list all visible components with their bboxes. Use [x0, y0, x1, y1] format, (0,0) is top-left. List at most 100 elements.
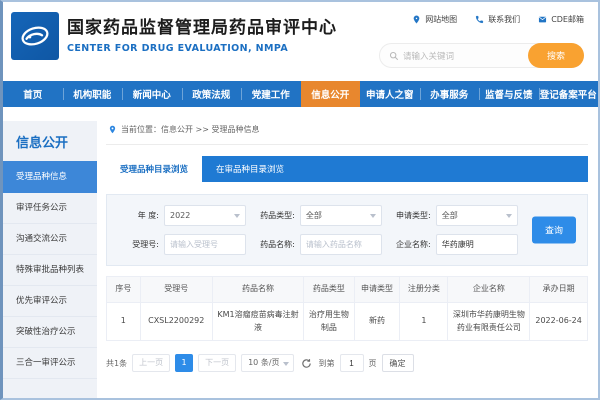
- filter-apply-type: 申请类型: 全部: [387, 205, 523, 226]
- cell-apply-type: 新药: [353, 301, 401, 342]
- nav-item-party[interactable]: 党建工作: [241, 81, 301, 107]
- cell-date: 2022-06-24: [529, 301, 588, 342]
- col-drug-name: 药品名称: [211, 276, 305, 303]
- table-row: 1 CXSL2200292 KM1溶瘤痘苗病毒注射液 治疗用生物制品 新药 1 …: [106, 301, 588, 342]
- drug-type-select[interactable]: 全部: [299, 205, 382, 226]
- chevron-down-icon: [282, 362, 289, 367]
- table-header-row: 序号 受理号 药品名称 药品类型 申请类型 注册分类 企业名称 承办日期: [106, 276, 588, 303]
- quick-links: 网站地图 联系我们 CDE邮箱: [412, 14, 584, 25]
- filter-drug-name: 药品名称:: [251, 234, 387, 255]
- drug-name-label: 药品名称:: [260, 240, 295, 249]
- year-select[interactable]: 2022: [164, 205, 246, 226]
- sidebar-item-breakthrough-therapy[interactable]: 突破性治疗公示: [3, 317, 97, 348]
- query-button[interactable]: 查询: [532, 216, 576, 244]
- sidebar: 信息公开 受理品种信息 审评任务公示 沟通交流公示 特殊审批品种列表 优先审评公…: [3, 121, 97, 398]
- cell-drug-type: 治疗用生物制品: [303, 301, 355, 342]
- nav-item-supervision[interactable]: 监督与反馈: [479, 81, 539, 107]
- filter-drug-type: 药品类型: 全部: [251, 205, 387, 226]
- filter-company-name: 企业名称:: [387, 234, 523, 255]
- search-input[interactable]: [403, 50, 528, 61]
- page-1-button[interactable]: 1: [175, 354, 194, 373]
- site-header: 国家药品监督管理局药品审评中心 CENTER FOR DRUG EVALUATI…: [3, 2, 598, 81]
- chevron-down-icon: [505, 214, 512, 218]
- cell-reg-class: 1: [399, 301, 449, 342]
- sitemap-label: 网站地图: [425, 15, 458, 24]
- chevron-down-icon: [234, 214, 240, 218]
- year-label: 年 度:: [137, 211, 159, 220]
- location-pin-icon: [413, 15, 420, 24]
- year-value: 2022: [170, 211, 191, 220]
- goto-label: 到第: [318, 358, 335, 368]
- acceptance-no-input[interactable]: [164, 234, 246, 255]
- apply-type-select[interactable]: 全部: [435, 205, 518, 226]
- page: 国家药品监督管理局药品审评中心 CENTER FOR DRUG EVALUATI…: [0, 0, 600, 400]
- company-name-label: 企业名称:: [396, 240, 431, 249]
- search-icon: [389, 51, 399, 60]
- pagination: 共1条 上一页 1 下一页 10 条/页 到第 页 确定: [106, 354, 588, 373]
- cell-serial: 1: [106, 301, 141, 342]
- page-size-select[interactable]: 10 条/页: [241, 354, 294, 373]
- apply-type-label: 申请类型:: [396, 211, 431, 220]
- mailbox-link[interactable]: CDE邮箱: [538, 14, 584, 25]
- col-apply-type: 申请类型: [353, 276, 401, 303]
- refresh-icon[interactable]: [301, 358, 312, 369]
- confirm-button[interactable]: 确定: [381, 354, 414, 373]
- sitemap-link[interactable]: 网站地图: [412, 14, 457, 25]
- filter-acceptance-no: 受理号:: [115, 234, 251, 255]
- nav-item-registration-platform[interactable]: 登记备案平台: [538, 81, 599, 107]
- mail-icon: [539, 16, 547, 23]
- filter-row-2: 受理号: 药品名称: 企业名称:: [115, 234, 523, 255]
- results-table: 序号 受理号 药品名称 药品类型 申请类型 注册分类 企业名称 承办日期 1 C…: [106, 276, 588, 342]
- cell-company: 深圳市华药康明生物药业有限责任公司: [447, 301, 531, 342]
- cell-acceptance-no: CXSL2200292: [139, 301, 213, 342]
- col-reg-class: 注册分类: [399, 276, 449, 303]
- tab-accepted-catalog[interactable]: 受理品种目录浏览: [106, 156, 203, 182]
- chevron-down-icon: [369, 214, 376, 218]
- next-page-button[interactable]: 下一页: [198, 354, 237, 373]
- acceptance-no-label: 受理号:: [132, 240, 159, 249]
- total-count: 共1条: [106, 358, 128, 368]
- nav-item-functions[interactable]: 机构职能: [62, 81, 123, 107]
- mailbox-label: CDE邮箱: [551, 15, 584, 24]
- sidebar-title: 信息公开: [16, 136, 69, 151]
- sidebar-item-review-tasks[interactable]: 审评任务公示: [3, 193, 97, 224]
- col-acceptance-no: 受理号: [139, 276, 213, 303]
- drug-type-label: 药品类型:: [260, 211, 295, 220]
- col-company: 企业名称: [447, 276, 531, 303]
- sidebar-item-special-approval[interactable]: 特殊审批品种列表: [3, 255, 97, 286]
- tab-under-review-catalog[interactable]: 在审品种目录浏览: [202, 156, 298, 182]
- filter-year: 年 度: 2022: [115, 205, 251, 226]
- main-area: 信息公开 受理品种信息 审评任务公示 沟通交流公示 特殊审批品种列表 优先审评公…: [3, 107, 598, 398]
- nav-item-info-disclosure[interactable]: 信息公开: [300, 81, 360, 107]
- drug-type-value: 全部: [305, 211, 322, 220]
- goto-unit: 页: [368, 358, 377, 368]
- filter-row-1: 年 度: 2022 药品类型: 全部 申请类型: 全部: [115, 205, 523, 226]
- nav-item-home[interactable]: 首页: [3, 81, 63, 107]
- site-subtitle: CENTER FOR DRUG EVALUATION, NMPA: [67, 43, 289, 54]
- apply-type-value: 全部: [441, 211, 458, 220]
- content: 当前位置：信息公开 >> 受理品种信息 受理品种目录浏览 在审品种目录浏览 年 …: [106, 121, 588, 373]
- drug-name-input[interactable]: [299, 234, 382, 255]
- breadcrumb: 当前位置：信息公开 >> 受理品种信息: [106, 121, 588, 145]
- site-title-block: 国家药品监督管理局药品审评中心 CENTER FOR DRUG EVALUATI…: [67, 13, 337, 54]
- nav-item-news[interactable]: 新闻中心: [122, 81, 182, 107]
- col-serial: 序号: [106, 276, 141, 303]
- sidebar-item-communication[interactable]: 沟通交流公示: [3, 224, 97, 255]
- page-size-value: 10 条/页: [248, 358, 280, 368]
- nav-item-policies[interactable]: 政策法规: [181, 81, 242, 107]
- sidebar-item-priority-review[interactable]: 优先审评公示: [3, 286, 97, 317]
- search-button[interactable]: 搜索: [528, 43, 584, 68]
- company-name-input[interactable]: [435, 234, 518, 255]
- contact-link[interactable]: 联系我们: [475, 14, 520, 25]
- tab-bar: 受理品种目录浏览 在审品种目录浏览: [106, 156, 588, 182]
- prev-page-button[interactable]: 上一页: [132, 354, 171, 373]
- main-nav: 首页 机构职能 新闻中心 政策法规 党建工作 信息公开 申请人之窗 办事服务 监…: [3, 81, 598, 107]
- goto-page-input[interactable]: [339, 354, 364, 373]
- nav-item-services[interactable]: 办事服务: [419, 81, 480, 107]
- nav-item-applicant-window[interactable]: 申请人之窗: [360, 81, 420, 107]
- location-pin-icon: [109, 125, 116, 134]
- sidebar-item-three-in-one[interactable]: 三合一审评公示: [3, 348, 97, 379]
- filter-panel: 年 度: 2022 药品类型: 全部 申请类型: 全部 受理号: 请输入受理号 …: [106, 194, 588, 266]
- breadcrumb-text: 当前位置：信息公开 >> 受理品种信息: [121, 125, 260, 134]
- sidebar-item-accepted-varieties[interactable]: 受理品种信息: [3, 161, 97, 193]
